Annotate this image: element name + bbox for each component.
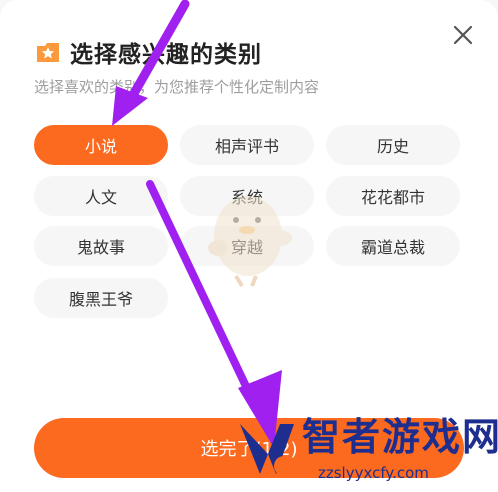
category-chip-fuheiwangye[interactable]: 腹黑王爷	[34, 278, 168, 318]
site-watermark: 智者游戏网 zzslyyxcfy.com	[232, 404, 498, 492]
mascot-watermark-icon	[208, 196, 292, 288]
category-chip-renwen[interactable]: 人文	[34, 176, 168, 216]
dialog-title: 选择感兴趣的类别	[70, 42, 262, 68]
watermark-site-name: 智者游戏网	[302, 415, 498, 459]
watermark-site-url: zzslyyxcfy.com	[318, 464, 429, 482]
close-icon[interactable]	[450, 22, 476, 48]
category-chip-guigushi[interactable]: 鬼故事	[34, 226, 168, 266]
category-chip-huahuadushi[interactable]: 花花都市	[326, 176, 460, 216]
category-chip-lishi[interactable]: 历史	[326, 125, 460, 165]
category-chip-xiangsheng[interactable]: 相声评书	[180, 125, 314, 165]
category-chip-badaozongcai[interactable]: 霸道总裁	[326, 226, 460, 266]
dialog-subtitle: 选择喜欢的类别，为您推荐个性化定制内容	[34, 78, 320, 96]
star-folder-icon	[37, 43, 59, 62]
category-chip-xiaoshuo[interactable]: 小说	[34, 125, 168, 165]
dialog-header: 选择感兴趣的类别	[34, 34, 262, 70]
site-logo-icon	[240, 424, 294, 476]
